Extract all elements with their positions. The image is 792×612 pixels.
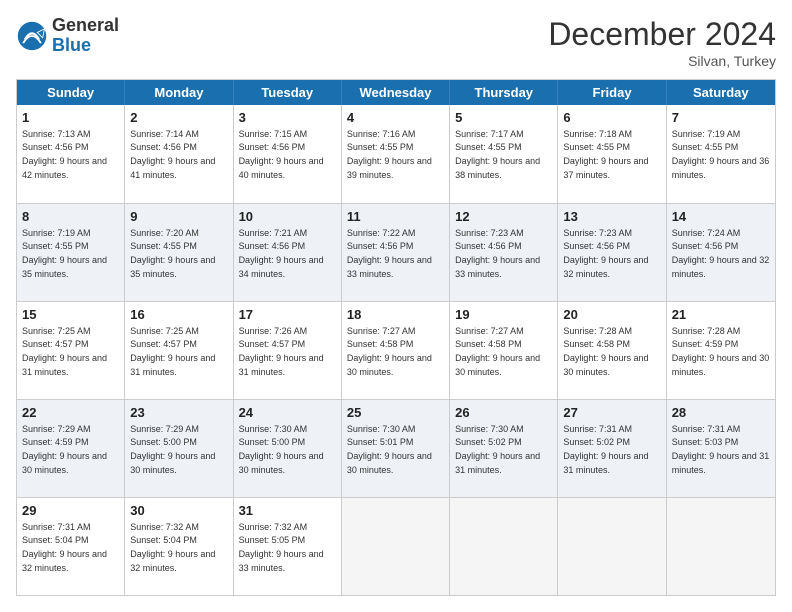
day-28: 28 Sunrise: 7:31 AMSunset: 5:03 PMDaylig…	[667, 400, 775, 497]
header-thursday: Thursday	[450, 80, 558, 105]
calendar-body: 1 Sunrise: 7:13 AMSunset: 4:56 PMDayligh…	[17, 105, 775, 595]
day-30: 30 Sunrise: 7:32 AMSunset: 5:04 PMDaylig…	[125, 498, 233, 595]
day-8: 8 Sunrise: 7:19 AMSunset: 4:55 PMDayligh…	[17, 204, 125, 301]
day-20: 20 Sunrise: 7:28 AMSunset: 4:58 PMDaylig…	[558, 302, 666, 399]
calendar-page: General Blue December 2024 Silvan, Turke…	[0, 0, 792, 612]
day-25: 25 Sunrise: 7:30 AMSunset: 5:01 PMDaylig…	[342, 400, 450, 497]
day-15: 15 Sunrise: 7:25 AMSunset: 4:57 PMDaylig…	[17, 302, 125, 399]
logo-text: General Blue	[52, 16, 119, 56]
day-19: 19 Sunrise: 7:27 AMSunset: 4:58 PMDaylig…	[450, 302, 558, 399]
day-13: 13 Sunrise: 7:23 AMSunset: 4:56 PMDaylig…	[558, 204, 666, 301]
week-4: 22 Sunrise: 7:29 AMSunset: 4:59 PMDaylig…	[17, 399, 775, 497]
empty-1	[342, 498, 450, 595]
logo-blue: Blue	[52, 35, 91, 55]
week-1: 1 Sunrise: 7:13 AMSunset: 4:56 PMDayligh…	[17, 105, 775, 203]
day-23: 23 Sunrise: 7:29 AMSunset: 5:00 PMDaylig…	[125, 400, 233, 497]
day-1: 1 Sunrise: 7:13 AMSunset: 4:56 PMDayligh…	[17, 105, 125, 203]
day-7: 7 Sunrise: 7:19 AMSunset: 4:55 PMDayligh…	[667, 105, 775, 203]
day-22: 22 Sunrise: 7:29 AMSunset: 4:59 PMDaylig…	[17, 400, 125, 497]
day-29: 29 Sunrise: 7:31 AMSunset: 5:04 PMDaylig…	[17, 498, 125, 595]
day-24: 24 Sunrise: 7:30 AMSunset: 5:00 PMDaylig…	[234, 400, 342, 497]
title-section: December 2024 Silvan, Turkey	[548, 16, 776, 69]
empty-4	[667, 498, 775, 595]
day-3: 3 Sunrise: 7:15 AMSunset: 4:56 PMDayligh…	[234, 105, 342, 203]
day-27: 27 Sunrise: 7:31 AMSunset: 5:02 PMDaylig…	[558, 400, 666, 497]
day-26: 26 Sunrise: 7:30 AMSunset: 5:02 PMDaylig…	[450, 400, 558, 497]
header-monday: Monday	[125, 80, 233, 105]
day-18: 18 Sunrise: 7:27 AMSunset: 4:58 PMDaylig…	[342, 302, 450, 399]
header-saturday: Saturday	[667, 80, 775, 105]
day-6: 6 Sunrise: 7:18 AMSunset: 4:55 PMDayligh…	[558, 105, 666, 203]
location: Silvan, Turkey	[548, 53, 776, 69]
day-16: 16 Sunrise: 7:25 AMSunset: 4:57 PMDaylig…	[125, 302, 233, 399]
header-friday: Friday	[558, 80, 666, 105]
calendar: Sunday Monday Tuesday Wednesday Thursday…	[16, 79, 776, 596]
week-3: 15 Sunrise: 7:25 AMSunset: 4:57 PMDaylig…	[17, 301, 775, 399]
logo-icon	[16, 20, 48, 52]
day-2: 2 Sunrise: 7:14 AMSunset: 4:56 PMDayligh…	[125, 105, 233, 203]
day-17: 17 Sunrise: 7:26 AMSunset: 4:57 PMDaylig…	[234, 302, 342, 399]
empty-3	[558, 498, 666, 595]
day-11: 11 Sunrise: 7:22 AMSunset: 4:56 PMDaylig…	[342, 204, 450, 301]
day-14: 14 Sunrise: 7:24 AMSunset: 4:56 PMDaylig…	[667, 204, 775, 301]
calendar-header: Sunday Monday Tuesday Wednesday Thursday…	[17, 80, 775, 105]
empty-2	[450, 498, 558, 595]
header-sunday: Sunday	[17, 80, 125, 105]
week-2: 8 Sunrise: 7:19 AMSunset: 4:55 PMDayligh…	[17, 203, 775, 301]
month-title: December 2024	[548, 16, 776, 53]
day-21: 21 Sunrise: 7:28 AMSunset: 4:59 PMDaylig…	[667, 302, 775, 399]
header-wednesday: Wednesday	[342, 80, 450, 105]
page-header: General Blue December 2024 Silvan, Turke…	[16, 16, 776, 69]
day-5: 5 Sunrise: 7:17 AMSunset: 4:55 PMDayligh…	[450, 105, 558, 203]
day-31: 31 Sunrise: 7:32 AMSunset: 5:05 PMDaylig…	[234, 498, 342, 595]
logo-general: General	[52, 15, 119, 35]
day-4: 4 Sunrise: 7:16 AMSunset: 4:55 PMDayligh…	[342, 105, 450, 203]
day-9: 9 Sunrise: 7:20 AMSunset: 4:55 PMDayligh…	[125, 204, 233, 301]
logo: General Blue	[16, 16, 119, 56]
day-12: 12 Sunrise: 7:23 AMSunset: 4:56 PMDaylig…	[450, 204, 558, 301]
week-5: 29 Sunrise: 7:31 AMSunset: 5:04 PMDaylig…	[17, 497, 775, 595]
header-tuesday: Tuesday	[234, 80, 342, 105]
day-10: 10 Sunrise: 7:21 AMSunset: 4:56 PMDaylig…	[234, 204, 342, 301]
